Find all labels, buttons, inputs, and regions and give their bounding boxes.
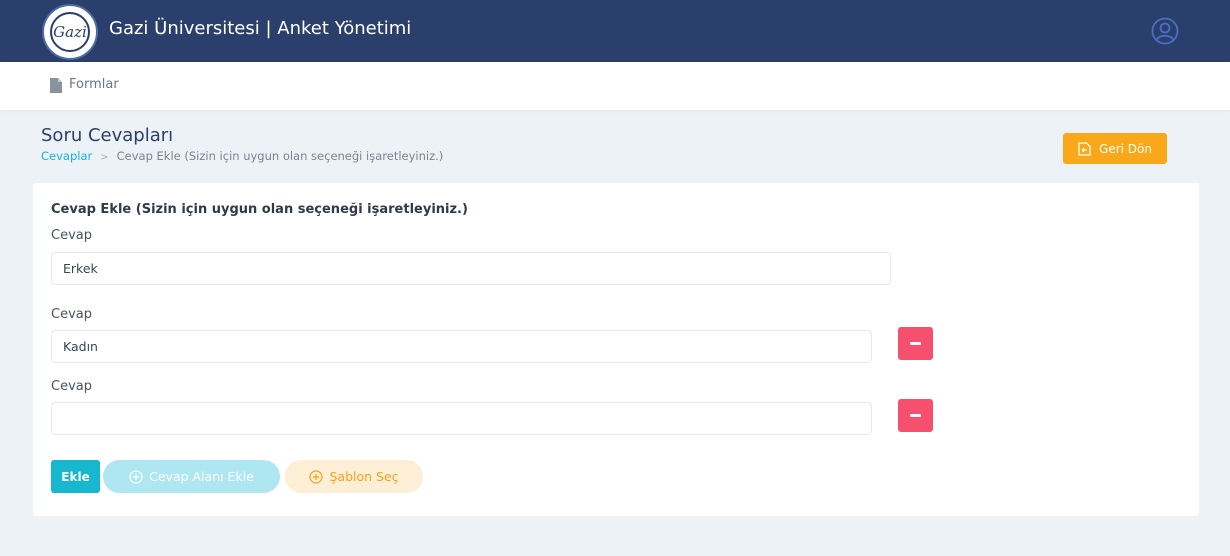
app-title: Gazi Üniversitesi | Anket Yönetimi (109, 18, 412, 39)
breadcrumb-current: Cevap Ekle (Sizin için uygun olan seçene… (116, 149, 444, 163)
select-template-label: Şablon Seç (329, 469, 399, 484)
answer-label-3: Cevap (51, 379, 92, 394)
answer-form-card: Cevap Ekle (Sizin için uygun olan seçene… (33, 183, 1199, 516)
select-template-button[interactable]: Şablon Seç (285, 460, 423, 493)
add-answer-field-button[interactable]: Cevap Alanı Ekle (103, 460, 280, 493)
top-bar: Gazi Gazi Üniversitesi | Anket Yönetimi (0, 0, 1230, 62)
university-logo[interactable]: Gazi (42, 4, 98, 60)
answer-input-2[interactable] (51, 330, 872, 363)
nav-bar: Formlar (0, 62, 1230, 110)
breadcrumb-separator: > (100, 152, 109, 163)
answer-label-2: Cevap (51, 307, 92, 322)
submit-button[interactable]: Ekle (51, 460, 100, 493)
remove-answer-button-2[interactable] (898, 327, 933, 360)
plus-circle-icon (129, 469, 143, 484)
answer-input-3[interactable] (51, 402, 872, 435)
logo-emblem: Gazi (50, 12, 90, 52)
answer-label-1: Cevap (51, 228, 92, 243)
add-answer-field-label: Cevap Alanı Ekle (149, 469, 254, 484)
breadcrumb-link-cevaplar[interactable]: Cevaplar (41, 149, 92, 163)
remove-answer-button-3[interactable] (898, 399, 933, 432)
breadcrumb: Cevaplar > Cevap Ekle (Sizin için uygun ol… (41, 149, 443, 163)
back-button-label: Geri Dön (1099, 141, 1152, 156)
nav-item-formlar[interactable]: Formlar (69, 77, 119, 92)
form-title: Cevap Ekle (Sizin için uygun olan seçene… (51, 202, 468, 217)
page-title: Soru Cevapları (41, 125, 174, 146)
minus-icon (910, 414, 921, 417)
plus-circle-icon (309, 469, 324, 484)
back-button[interactable]: Geri Dön (1063, 133, 1167, 164)
file-back-icon (1078, 141, 1091, 156)
document-icon (50, 78, 62, 93)
answer-input-1[interactable] (51, 252, 891, 285)
user-avatar-icon[interactable] (1151, 17, 1179, 45)
minus-icon (910, 342, 921, 345)
